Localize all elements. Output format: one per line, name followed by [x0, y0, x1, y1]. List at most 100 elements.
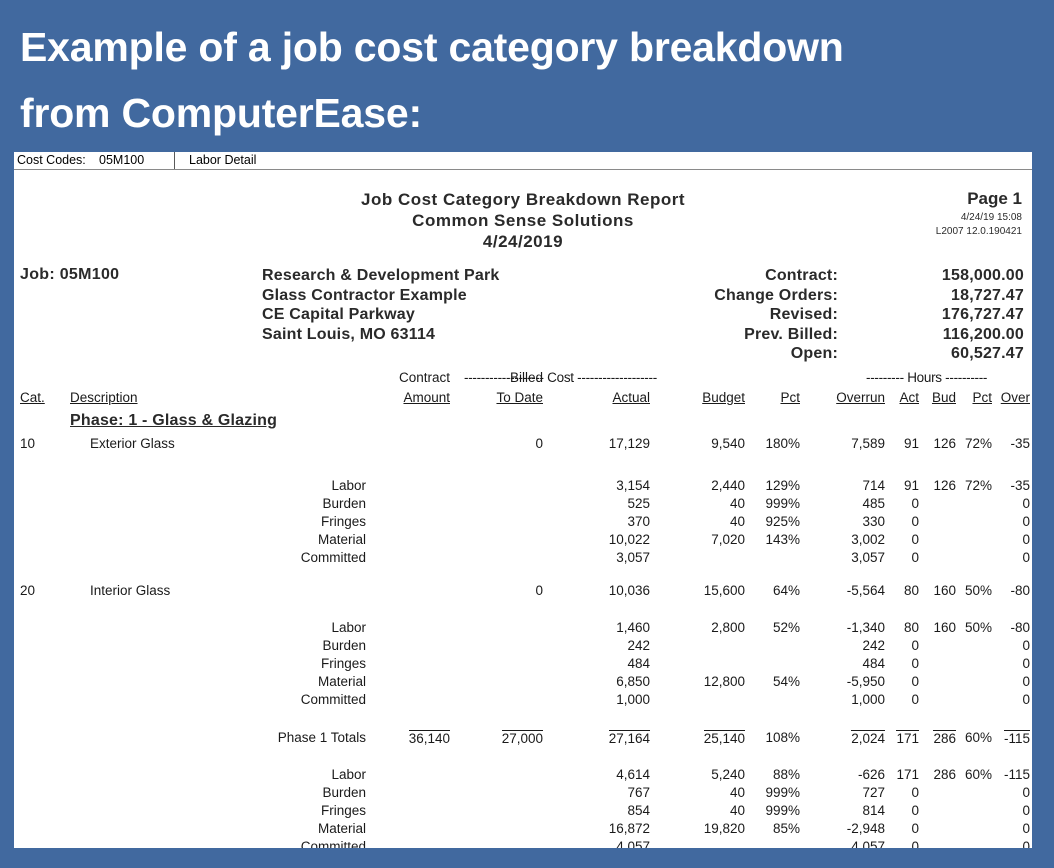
row-actual: 4,614: [616, 767, 650, 782]
contract-summary: Contract: 158,000.00 Change Orders: 18,7…: [614, 266, 1024, 364]
col-header-hours-act: Act: [899, 390, 919, 405]
row-budget: 9,540: [711, 436, 745, 451]
table-row[interactable]: 10 Exterior Glass 0 17,129 9,540 180% 7,589 91 1…: [14, 436, 1032, 454]
job-address-line-2: Glass Contractor Example: [262, 286, 467, 304]
table-row[interactable]: 20 Interior Glass 0 10,036 15,600 64% -5,564 80…: [14, 583, 1032, 601]
row-actual: 242: [627, 638, 650, 653]
row-hr-bud: 160: [933, 583, 956, 598]
row-actual: 3,057: [616, 550, 650, 565]
report-version: L2007 12.0.190421: [935, 226, 1022, 237]
row-hr-act: 0: [911, 514, 919, 529]
row-hr-over: 0: [1022, 532, 1030, 547]
row-overrun: 4,057: [851, 839, 885, 848]
row-description: Burden: [322, 785, 366, 800]
tab-labor-detail[interactable]: Labor Detail: [189, 153, 256, 167]
row-hr-over: -35: [1010, 478, 1030, 493]
table-row[interactable]: Committed 1,000 1,000 0 0: [14, 692, 1032, 710]
table-row[interactable]: Material 16,872 19,820 85% -2,948 0 0: [14, 821, 1032, 839]
row-hr-pct: 72%: [964, 478, 992, 493]
group-header-hours: --------- Hours ----------: [866, 370, 988, 385]
row-pct: 52%: [772, 620, 800, 635]
row-actual: 6,850: [616, 674, 650, 689]
col-header-actual: Actual: [612, 390, 650, 405]
summary-row-change-orders: Change Orders: 18,727.47: [614, 286, 1024, 306]
slide-title-line-2: from ComputerEase:: [20, 90, 422, 137]
table-row[interactable]: Burden 767 40 999% 727 0 0: [14, 785, 1032, 803]
col-header-hours-over: Over: [1000, 390, 1030, 405]
row-actual: 27,164: [608, 730, 650, 746]
table-row[interactable]: Material 6,850 12,800 54% -5,950 0 0: [14, 674, 1032, 692]
row-budget: 5,240: [711, 767, 745, 782]
row-actual: 370: [627, 514, 650, 529]
row-hr-act: 0: [911, 821, 919, 836]
table-row[interactable]: Fringes 370 40 925% 330 0 0: [14, 514, 1032, 532]
cost-codes-value[interactable]: 05M100: [99, 153, 144, 167]
row-pct: 108%: [765, 730, 800, 745]
row-hr-over: 0: [1022, 839, 1030, 848]
row-pct: 85%: [772, 821, 800, 836]
table-row[interactable]: Committed 3,057 3,057 0 0: [14, 550, 1032, 568]
row-hr-act: 0: [911, 532, 919, 547]
report-tabstrip: Cost Codes: 05M100 Labor Detail: [14, 152, 1032, 170]
row-hr-act: 171: [896, 730, 919, 746]
job-address-line-3: CE Capital Parkway: [262, 306, 415, 324]
row-hr-act: 0: [911, 803, 919, 818]
row-pct: 999%: [765, 496, 800, 511]
table-row[interactable]: Committed 4,057 4,057 0 0: [14, 839, 1032, 848]
job-address-line-1: Research & Development Park: [262, 267, 500, 284]
col-header-hours-pct: Pct: [972, 390, 992, 405]
row-hr-act: 80: [903, 583, 919, 598]
table-row[interactable]: Burden 242 242 0 0: [14, 638, 1032, 656]
row-overrun: 3,002: [851, 532, 885, 547]
row-description: Labor: [331, 478, 366, 493]
row-actual: 854: [627, 803, 650, 818]
report-date: 4/24/2019: [482, 232, 564, 251]
summary-row-prev-billed: Prev. Billed: 116,200.00: [614, 325, 1024, 345]
row-hr-pct: 60%: [964, 730, 992, 745]
table-row[interactable]: Fringes 854 40 999% 814 0 0: [14, 803, 1032, 821]
summary-label-contract: Contract:: [765, 267, 838, 284]
row-hr-bud: 126: [933, 478, 956, 493]
col-header-contract-1: Contract: [398, 370, 450, 385]
row-budget: 19,820: [703, 821, 745, 836]
col-header-hours-bud: Bud: [931, 390, 956, 405]
row-description: Exterior Glass: [90, 436, 175, 451]
row-actual: 10,036: [608, 583, 650, 598]
report-timestamp: 4/24/19 15:08: [960, 212, 1022, 223]
row-hr-over: -115: [1003, 767, 1030, 782]
table-row[interactable]: Labor 4,614 5,240 88% -626 171 286 60% -115: [14, 767, 1032, 785]
group-header-cost: ------------------- Cost ---------------…: [464, 370, 657, 385]
row-description: Committed: [300, 839, 366, 848]
row-description: Material: [317, 674, 366, 689]
row-budget: 15,600: [703, 583, 745, 598]
row-hr-act: 171: [896, 767, 919, 782]
row-description: Material: [317, 821, 366, 836]
row-actual: 3,154: [616, 478, 650, 493]
row-pct: 999%: [765, 785, 800, 800]
table-row[interactable]: Material 10,022 7,020 143% 3,002 0 0: [14, 532, 1032, 550]
row-pct: 925%: [765, 514, 800, 529]
row-billed: 0: [535, 436, 543, 451]
row-overrun: 242: [862, 638, 885, 653]
row-hr-act: 0: [911, 550, 919, 565]
table-row[interactable]: Phase 1 Totals 36,140 27,000 27,164 25,140 10…: [14, 730, 1032, 748]
row-pct: 143%: [765, 532, 800, 547]
summary-label-prev-billed: Prev. Billed:: [744, 325, 838, 343]
row-actual: 1,000: [616, 692, 650, 707]
row-pct: 88%: [772, 767, 800, 782]
row-actual: 10,022: [608, 532, 650, 547]
row-hr-over: -115: [1003, 730, 1030, 746]
row-pct: 129%: [765, 478, 800, 493]
row-overrun: -5,564: [846, 583, 885, 598]
row-overrun: 814: [862, 803, 885, 818]
table-row[interactable]: Labor 1,460 2,800 52% -1,340 80 160 50% -80: [14, 620, 1032, 638]
report-company: Common Sense Solutions: [412, 211, 634, 230]
job-address: Research & Development Park Glass Contra…: [262, 266, 500, 344]
row-hr-act: 0: [911, 496, 919, 511]
row-budget: 40: [729, 785, 745, 800]
row-hr-act: 0: [911, 692, 919, 707]
table-row[interactable]: Fringes 484 484 0 0: [14, 656, 1032, 674]
row-description: Fringes: [320, 514, 366, 529]
table-row[interactable]: Burden 525 40 999% 485 0 0: [14, 496, 1032, 514]
table-row[interactable]: Labor 3,154 2,440 129% 714 91 126 72% -35: [14, 478, 1032, 496]
